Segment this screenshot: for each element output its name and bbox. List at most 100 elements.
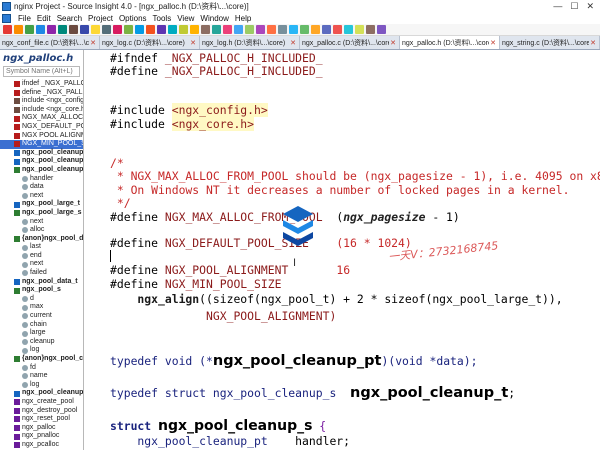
symbol-item[interactable]: name [0, 372, 83, 381]
file-tab[interactable]: ngx_log.c (D:\资料\...\core) ✕ [100, 36, 200, 49]
minimize-button[interactable]: — [553, 1, 562, 12]
symbol-item[interactable]: log [0, 346, 83, 355]
toolbar-button-icon[interactable] [102, 25, 111, 34]
close-tab-icon[interactable]: ✕ [189, 39, 197, 47]
toolbar-button-icon[interactable] [14, 25, 23, 34]
toolbar-button-icon[interactable] [113, 25, 122, 34]
toolbar-button-icon[interactable] [234, 25, 243, 34]
include-path[interactable]: <ngx_core.h> [171, 117, 255, 131]
symbol-item[interactable]: ngx_create_pool [0, 398, 83, 407]
toolbar-button-icon[interactable] [36, 25, 45, 34]
symbol-item[interactable]: data [0, 183, 83, 192]
symbol-item[interactable]: {anon}ngx_pool_cleanup_file_t [0, 355, 83, 364]
symbol-item[interactable]: ngx_destroy_pool [0, 407, 83, 416]
close-tab-icon[interactable]: ✕ [289, 39, 297, 47]
toolbar-button-icon[interactable] [135, 25, 144, 34]
symbol-item[interactable]: ngx_pool_s [0, 286, 83, 295]
toolbar-button-icon[interactable] [366, 25, 375, 34]
symbol-search-box[interactable] [3, 66, 80, 77]
toolbar-button-icon[interactable] [69, 25, 78, 34]
file-tab[interactable]: ngx_conf_file.c (D:\资料\...\core)✕ [0, 36, 100, 49]
toolbar-button-icon[interactable] [3, 25, 12, 34]
toolbar-button-icon[interactable] [267, 25, 276, 34]
symbol-item[interactable]: large [0, 329, 83, 338]
maximize-button[interactable]: ☐ [570, 1, 578, 12]
symbol-item[interactable]: include <ngx_core.h> [0, 106, 83, 115]
symbol-item[interactable]: end [0, 252, 83, 261]
menu-help[interactable]: Help [232, 14, 254, 23]
symbol-item[interactable]: NGX_DEFAULT_POOL_SIZE [0, 123, 83, 132]
toolbar-button-icon[interactable] [300, 25, 309, 34]
symbol-item[interactable]: ifndef _NGX_PALLOC_H_ [0, 80, 83, 89]
symbol-item[interactable]: define _NGX_PALLOC_H [0, 89, 83, 98]
menu-options[interactable]: Options [116, 14, 150, 23]
toolbar-button-icon[interactable] [355, 25, 364, 34]
symbol-item[interactable]: alloc [0, 226, 83, 235]
symbol-item[interactable]: ngx_pnalloc [0, 432, 83, 441]
symbol-item[interactable]: include <ngx_config.h> [0, 97, 83, 106]
symbol-item[interactable]: ngx_pool_large_s [0, 209, 83, 218]
symbol-item[interactable]: ngx_pool_cleanup_file_t [0, 389, 83, 398]
symbol-item[interactable]: cleanup [0, 338, 83, 347]
close-button[interactable]: ✕ [586, 1, 594, 12]
symbol-item[interactable]: ngx_reset_pool [0, 415, 83, 424]
symbol-item[interactable]: last [0, 243, 83, 252]
symbol-item[interactable]: log [0, 381, 83, 390]
toolbar-button-icon[interactable] [289, 25, 298, 34]
symbol-item[interactable]: chain [0, 321, 83, 330]
toolbar-button-icon[interactable] [278, 25, 287, 34]
include-path[interactable]: <ngx_config.h> [171, 103, 268, 117]
toolbar-button-icon[interactable] [377, 25, 386, 34]
menu-window[interactable]: Window [197, 14, 231, 23]
menu-view[interactable]: View [174, 14, 197, 23]
close-tab-icon[interactable]: ✕ [489, 39, 497, 47]
symbol-item[interactable]: next [0, 192, 83, 201]
symbol-item[interactable]: current [0, 312, 83, 321]
file-tab[interactable]: ngx_string.c (D:\资料\...\core) ✕ [500, 36, 600, 49]
toolbar-button-icon[interactable] [223, 25, 232, 34]
toolbar-button-icon[interactable] [311, 25, 320, 34]
symbol-item[interactable]: ngx_pool_data_t [0, 278, 83, 287]
toolbar-button-icon[interactable] [256, 25, 265, 34]
menu-edit[interactable]: Edit [34, 14, 54, 23]
toolbar-button-icon[interactable] [344, 25, 353, 34]
toolbar-button-icon[interactable] [322, 25, 331, 34]
close-tab-icon[interactable]: ✕ [89, 39, 97, 47]
file-tab[interactable]: ngx_palloc.h (D:\资料\...\core) ✕ [400, 36, 500, 49]
symbol-item[interactable]: {anon}ngx_pool_data_t [0, 235, 83, 244]
symbol-item[interactable]: fd [0, 364, 83, 373]
symbol-item[interactable]: ngx_pool_cleanup_t [0, 157, 83, 166]
symbol-item[interactable]: NGX_MIN_POOL_SIZE [0, 140, 83, 149]
toolbar-button-icon[interactable] [47, 25, 56, 34]
close-tab-icon[interactable]: ✕ [589, 39, 597, 47]
toolbar-button-icon[interactable] [190, 25, 199, 34]
toolbar-button-icon[interactable] [91, 25, 100, 34]
symbol-item[interactable]: NGX_MAX_ALLOC_FROM_POOL [0, 114, 83, 123]
symbol-item[interactable]: ngx_pcalloc [0, 441, 83, 450]
symbol-item[interactable]: ngx_palloc [0, 424, 83, 433]
symbol-item[interactable]: ngx_pool_cleanup_s [0, 166, 83, 175]
toolbar-button-icon[interactable] [333, 25, 342, 34]
menu-file[interactable]: File [15, 14, 34, 23]
toolbar-button-icon[interactable] [146, 25, 155, 34]
toolbar-button-icon[interactable] [25, 25, 34, 34]
menu-project[interactable]: Project [85, 14, 116, 23]
symbol-item[interactable]: handler [0, 175, 83, 184]
code-editor[interactable]: #ifndef _NGX_PALLOC_H_INCLUDED_ #define … [84, 50, 600, 450]
toolbar-button-icon[interactable] [157, 25, 166, 34]
symbol-item[interactable]: ngx_pool_cleanup_pt [0, 149, 83, 158]
symbol-item[interactable]: NGX POOL ALIGNMENT [0, 132, 83, 141]
close-tab-icon[interactable]: ✕ [389, 39, 397, 47]
menu-search[interactable]: Search [54, 14, 85, 23]
symbol-item[interactable]: failed [0, 269, 83, 278]
symbol-item[interactable]: next [0, 218, 83, 227]
symbol-item[interactable]: max [0, 303, 83, 312]
toolbar-button-icon[interactable] [212, 25, 221, 34]
symbol-item[interactable]: next [0, 260, 83, 269]
symbol-item[interactable]: d [0, 295, 83, 304]
symbol-search-input[interactable] [6, 68, 79, 75]
toolbar-button-icon[interactable] [179, 25, 188, 34]
toolbar-button-icon[interactable] [124, 25, 133, 34]
file-tab[interactable]: ngx_log.h (D:\资料\...\core) ✕ [200, 36, 300, 49]
file-tab[interactable]: ngx_palloc.c (D:\资料\...\core) ✕ [300, 36, 400, 49]
